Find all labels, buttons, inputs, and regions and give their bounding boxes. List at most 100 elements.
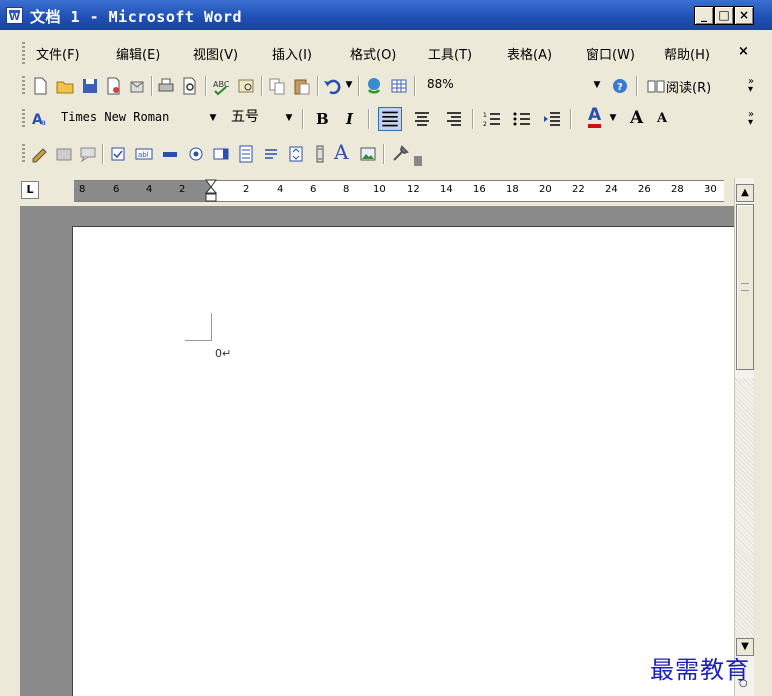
spinner-icon[interactable] — [286, 144, 306, 164]
svg-text:ABC: ABC — [213, 80, 230, 89]
font-size-dropdown[interactable]: ▼ — [282, 108, 296, 129]
svg-text:2: 2 — [483, 121, 487, 128]
ruler-number: 16 — [473, 184, 486, 195]
toolbar-options-icon[interactable]: » ▾ — [748, 110, 754, 128]
toolbar-options-icon[interactable] — [414, 156, 422, 166]
ruler-number: 4 — [146, 184, 153, 195]
close-button[interactable]: × — [734, 6, 754, 25]
help-icon[interactable]: ? — [610, 76, 630, 96]
undo-icon[interactable] — [322, 76, 342, 96]
image-icon[interactable] — [358, 144, 378, 164]
permission-icon[interactable] — [103, 76, 123, 96]
minimize-button[interactable]: _ — [694, 6, 714, 25]
horizontal-ruler[interactable]: 8 6 4 2 2 4 6 8 10 12 14 16 18 20 22 24 … — [74, 179, 724, 203]
shrink-font-button[interactable]: A — [657, 111, 667, 126]
read-mode-label[interactable]: 阅读(R) — [666, 77, 711, 96]
numbered-list-icon[interactable]: 12 — [482, 109, 502, 129]
button-icon[interactable] — [160, 144, 180, 164]
menu-table[interactable]: 表格(A) — [507, 44, 552, 63]
menu-help[interactable]: 帮助(H) — [664, 44, 710, 63]
tools-icon[interactable] — [390, 144, 410, 164]
standard-toolbar: ABC ▼ 88% ▼ ? 阅读(R) » ▾ — [0, 70, 772, 102]
font-name-combo[interactable]: Times New Roman — [58, 108, 206, 129]
grow-font-button[interactable]: A — [630, 108, 643, 128]
title-bar: 文档 1 - Microsoft Word _ □ × — [0, 0, 772, 30]
radio-icon[interactable] — [186, 144, 206, 164]
menu-file[interactable]: 文件(F) — [36, 44, 80, 63]
checkbox-icon[interactable] — [108, 144, 128, 164]
indent-icon[interactable] — [542, 109, 562, 129]
toolbar-grip[interactable] — [22, 76, 25, 96]
research-icon[interactable] — [236, 76, 256, 96]
paste-icon[interactable] — [292, 76, 312, 96]
maximize-button[interactable]: □ — [714, 6, 734, 25]
open-icon[interactable] — [55, 76, 75, 96]
align-right-icon[interactable] — [444, 109, 464, 129]
wrap-icon[interactable] — [261, 144, 281, 164]
svg-text:1: 1 — [483, 112, 487, 119]
styles-icon[interactable]: Aa — [30, 109, 50, 129]
forms-toolbar: abl A — [0, 138, 530, 170]
close-document-button[interactable]: × — [738, 44, 749, 59]
ruler-number: 28 — [671, 184, 684, 195]
menu-bar: 文件(F) 编辑(E) 视图(V) 插入(I) 格式(O) 工具(T) 表格(A… — [0, 38, 772, 68]
new-icon[interactable] — [30, 76, 50, 96]
copy-icon[interactable] — [267, 76, 287, 96]
toolbar-grip[interactable] — [22, 109, 25, 129]
menu-window[interactable]: 窗口(W) — [586, 44, 635, 63]
vertical-scrollbar[interactable]: ▲ ▼ ○ — [734, 178, 755, 696]
edit-icon[interactable] — [30, 144, 50, 164]
menu-tools[interactable]: 工具(T) — [428, 44, 472, 63]
save-icon[interactable] — [80, 76, 100, 96]
bold-button[interactable]: B — [316, 110, 329, 128]
undo-dropdown[interactable]: ▼ — [342, 75, 356, 96]
ruler-number: 18 — [506, 184, 519, 195]
margin-corner-mark — [211, 313, 212, 341]
scroll-thumb[interactable] — [736, 204, 754, 370]
align-left-icon[interactable] — [378, 107, 402, 131]
font-size-combo[interactable]: 五号 — [228, 108, 280, 129]
zoom-combo[interactable]: 88% — [424, 75, 512, 96]
align-center-icon[interactable] — [412, 109, 432, 129]
comment-icon[interactable] — [78, 144, 98, 164]
tab-selector[interactable]: L — [21, 181, 39, 199]
word-app-icon[interactable] — [6, 7, 23, 24]
bullet-list-icon[interactable] — [512, 109, 532, 129]
scroll-icon[interactable] — [310, 144, 330, 164]
menu-view[interactable]: 视图(V) — [193, 44, 238, 63]
spelling-icon[interactable]: ABC — [211, 76, 231, 96]
paragraph-mark[interactable]: 0↵ — [215, 347, 231, 360]
scroll-track[interactable] — [735, 378, 755, 638]
menu-grip[interactable] — [22, 42, 25, 64]
ruler-number: 10 — [373, 184, 386, 195]
list-icon[interactable] — [211, 144, 231, 164]
table-icon[interactable] — [389, 76, 409, 96]
ruler-number: 2 — [179, 184, 186, 195]
form-field-icon[interactable] — [54, 144, 74, 164]
italic-button[interactable]: I — [346, 110, 353, 128]
font-color-button[interactable]: A — [588, 106, 602, 128]
email-icon[interactable] — [127, 76, 147, 96]
zoom-dropdown[interactable]: ▼ — [590, 75, 604, 96]
menu-format[interactable]: 格式(O) — [350, 44, 396, 63]
toolbar-options-icon[interactable]: » ▾ — [748, 77, 754, 95]
font-name-dropdown[interactable]: ▼ — [206, 108, 220, 129]
horizontal-ruler-row: L 8 6 4 2 2 4 6 8 10 12 14 16 18 20 22 2… — [0, 172, 772, 206]
toolbar-grip[interactable] — [22, 144, 25, 164]
menu-edit[interactable]: 编辑(E) — [116, 44, 160, 63]
menu-insert[interactable]: 插入(I) — [272, 44, 312, 63]
combo-icon[interactable] — [236, 144, 256, 164]
indent-marker[interactable] — [205, 179, 217, 203]
svg-text:a: a — [41, 118, 46, 127]
textbox-field-icon[interactable]: abl — [134, 144, 154, 164]
font-color-dropdown[interactable]: ▼ — [606, 108, 620, 129]
read-mode-icon[interactable] — [646, 76, 666, 96]
document-page[interactable]: 0↵ — [72, 226, 734, 696]
print-preview-icon[interactable] — [180, 76, 200, 96]
label-icon[interactable]: A — [334, 140, 348, 164]
hyperlink-icon[interactable] — [364, 76, 384, 96]
ruler-number: 8 — [343, 184, 350, 195]
scroll-up-button[interactable]: ▲ — [736, 184, 754, 202]
ruler-left-margin — [74, 181, 210, 201]
print-icon[interactable] — [156, 76, 176, 96]
